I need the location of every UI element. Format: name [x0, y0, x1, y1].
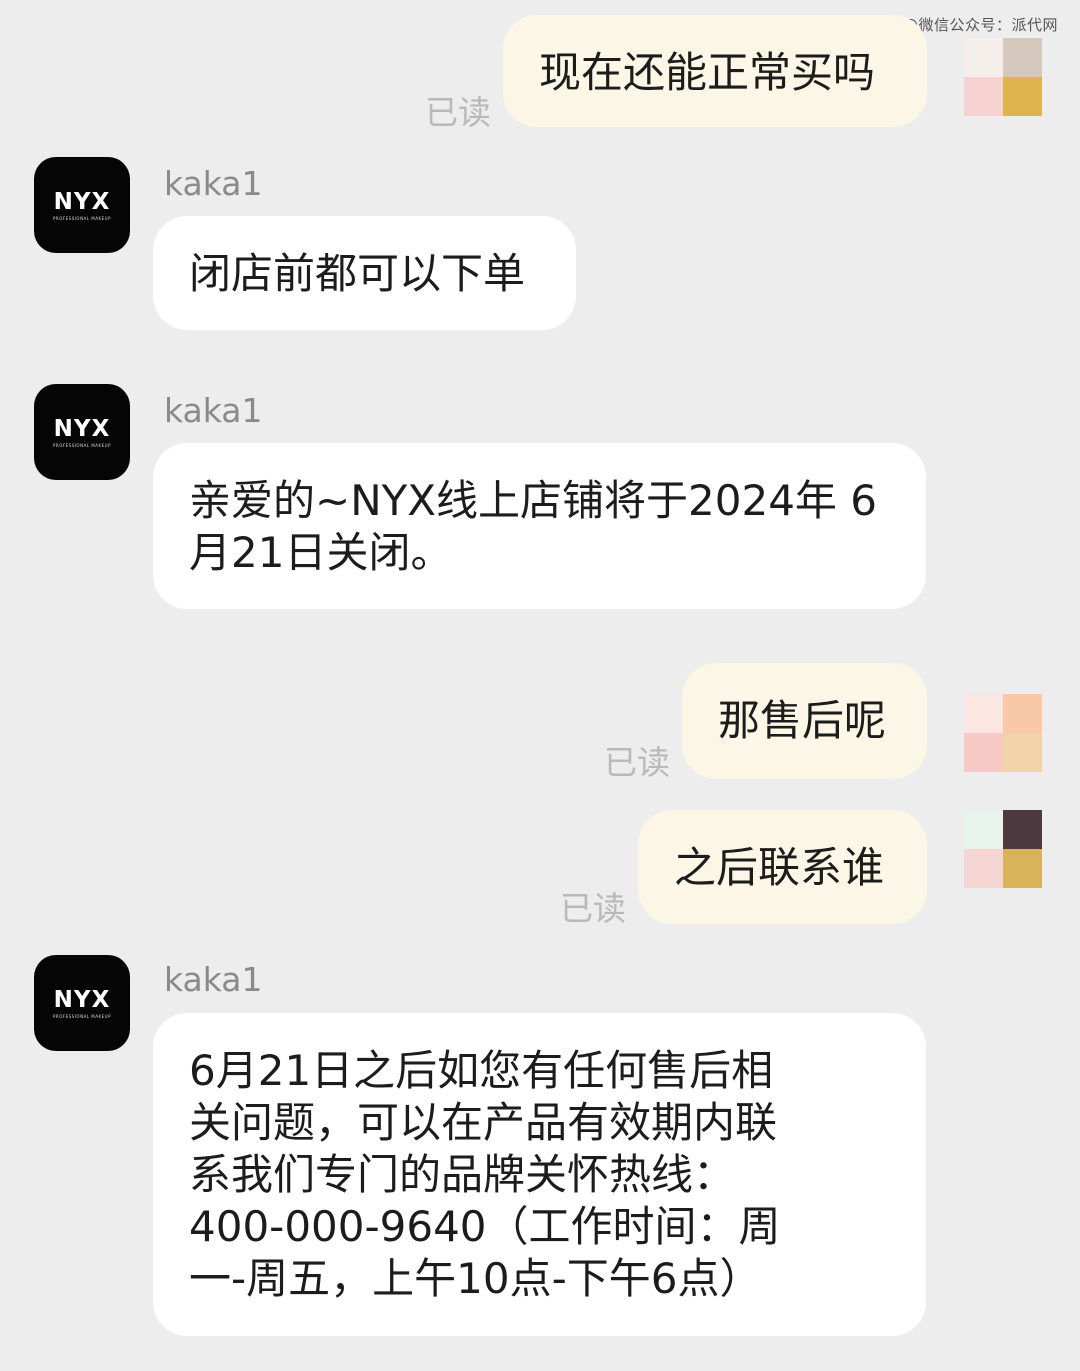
message-line: 400-000-9640（工作时间：周 — [189, 1202, 781, 1251]
read-receipt: 已读 — [560, 889, 626, 928]
message-line: 月21日关闭。 — [189, 528, 453, 577]
sender-name: kaka1 — [164, 960, 263, 999]
incoming-message[interactable]: 闭店前都可以下单 — [153, 216, 576, 330]
nyx-avatar[interactable]: NYX PROFESSIONAL MAKEUP — [34, 384, 130, 480]
incoming-message[interactable]: 6月21日之后如您有任何售后相 关问题，可以在产品有效期内联 系我们专门的品牌关… — [153, 1013, 926, 1336]
outgoing-message[interactable]: 那售后呢 — [682, 663, 927, 779]
user-avatar-pixelated[interactable] — [964, 810, 1042, 888]
sender-name: kaka1 — [164, 164, 263, 203]
nyx-logo: NYX — [53, 986, 111, 1013]
nyx-avatar[interactable]: NYX PROFESSIONAL MAKEUP — [34, 955, 130, 1051]
message-line: 亲爱的~NYX线上店铺将于2024年 6 — [189, 476, 877, 525]
nyx-logo: NYX — [53, 415, 111, 442]
user-avatar-pixelated[interactable] — [964, 694, 1042, 772]
message-line: 关问题，可以在产品有效期内联 — [189, 1098, 778, 1147]
read-receipt: 已读 — [425, 93, 491, 132]
read-receipt: 已读 — [604, 743, 670, 782]
nyx-logo-subtitle: PROFESSIONAL MAKEUP — [53, 442, 111, 448]
message-line: 一-周五，上午10点-下午6点） — [189, 1254, 762, 1303]
message-line: 系我们专门的品牌关怀热线： — [189, 1150, 736, 1199]
nyx-logo-subtitle: PROFESSIONAL MAKEUP — [53, 1013, 111, 1019]
user-avatar-pixelated[interactable] — [964, 38, 1042, 116]
outgoing-message[interactable]: 现在还能正常买吗 — [503, 15, 927, 127]
nyx-logo: NYX — [53, 188, 111, 215]
nyx-avatar[interactable]: NYX PROFESSIONAL MAKEUP — [34, 157, 130, 253]
outgoing-message[interactable]: 之后联系谁 — [638, 810, 927, 924]
message-line: 6月21日之后如您有任何售后相 — [189, 1046, 774, 1095]
chat-window: @微信公众号：派代网 已读 现在还能正常买吗 NYX PROFESSIONAL … — [0, 0, 1080, 1371]
nyx-logo-subtitle: PROFESSIONAL MAKEUP — [53, 215, 111, 221]
incoming-message[interactable]: 亲爱的~NYX线上店铺将于2024年 6 月21日关闭。 — [153, 443, 926, 609]
watermark: @微信公众号：派代网 — [902, 16, 1058, 34]
sender-name: kaka1 — [164, 391, 263, 430]
